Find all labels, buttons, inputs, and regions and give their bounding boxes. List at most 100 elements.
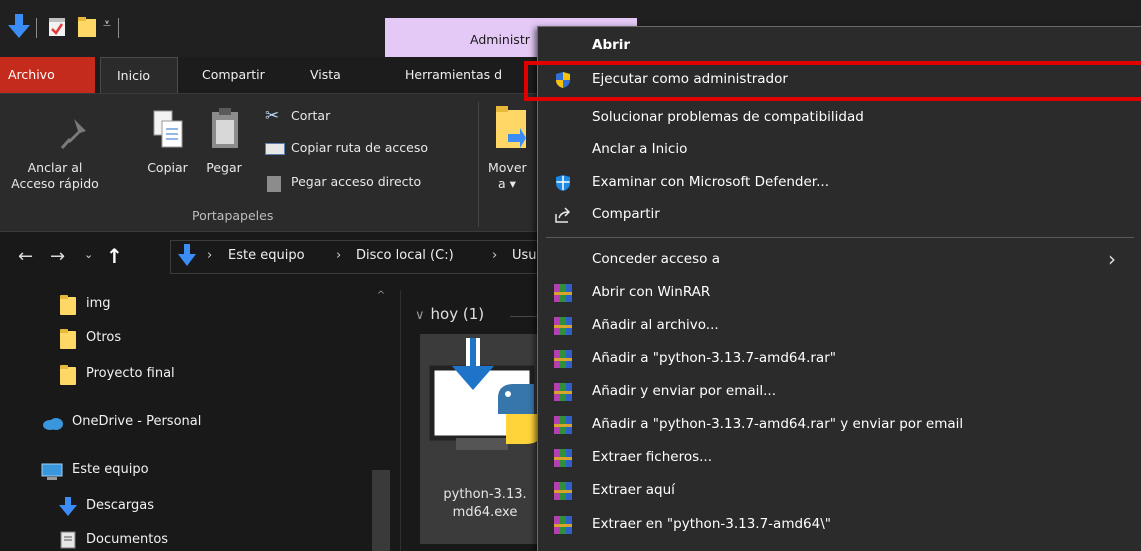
group-divider xyxy=(478,102,479,227)
documents-icon xyxy=(60,531,76,549)
menu-item-anadir-archivo[interactable]: Añadir al archivo... xyxy=(538,311,1141,341)
tab-inicio[interactable]: Inicio xyxy=(100,57,178,93)
winrar-icon xyxy=(554,284,572,302)
copy-icon xyxy=(153,110,183,148)
folder-icon xyxy=(60,365,76,385)
nav-item-label: OneDrive - Personal xyxy=(72,414,202,429)
winrar-icon xyxy=(554,317,572,335)
move-to-button[interactable]: Mover a ▾ xyxy=(482,104,537,204)
share-icon xyxy=(555,207,571,223)
nav-scrollbar-thumb[interactable] xyxy=(372,470,390,551)
menu-item-label: Conceder acceso a xyxy=(592,251,720,267)
tab-archivo[interactable]: Archivo xyxy=(0,57,95,93)
menu-item-conceder-acceso[interactable]: Conceder acceso a › xyxy=(538,245,1141,275)
winrar-icon xyxy=(554,482,572,500)
menu-item-abrir-winrar[interactable]: Abrir con WinRAR xyxy=(538,278,1141,308)
nav-item-label: Otros xyxy=(86,330,122,345)
cut-button[interactable]: ✂ Cortar xyxy=(263,106,463,128)
tab-compartir[interactable]: Compartir xyxy=(192,57,275,93)
move-label-line1: Mover xyxy=(488,160,527,175)
tab-label: Archivo xyxy=(8,67,55,82)
file-name-label: python-3.13. md64.exe xyxy=(430,486,540,522)
menu-item-anadir-rar[interactable]: Añadir a "python-3.13.7-amd64.rar" xyxy=(538,344,1141,374)
menu-item-label: Extraer ficheros... xyxy=(592,449,712,465)
onedrive-cloud-icon xyxy=(43,418,63,430)
menu-item-extraer-en[interactable]: Extraer en "python-3.13.7-amd64\" xyxy=(538,510,1141,540)
pin-label-line1: Anclar al xyxy=(27,160,83,175)
copy-label: Copiar xyxy=(147,160,188,175)
breadcrumb-este-equipo[interactable]: Este equipo xyxy=(228,248,305,263)
folder-icon xyxy=(60,329,76,349)
new-folder-icon[interactable] xyxy=(78,17,96,37)
menu-item-compartir[interactable]: Compartir xyxy=(538,200,1141,230)
back-arrow-icon[interactable]: ← xyxy=(18,246,33,267)
paste-icon xyxy=(212,108,238,148)
forward-arrow-icon[interactable]: → xyxy=(50,246,65,267)
chevron-right-icon: › xyxy=(1108,247,1116,271)
nav-item-documentos[interactable]: Documentos xyxy=(56,528,356,551)
paste-shortcut-icon xyxy=(267,176,281,192)
group-header-hoy[interactable]: ∨ hoy (1) xyxy=(415,305,484,323)
breadcrumb-usuarios[interactable]: Usu xyxy=(512,248,537,263)
breadcrumb-disco-local[interactable]: Disco local (C:) xyxy=(356,248,454,263)
pane-divider xyxy=(400,290,401,551)
winrar-icon xyxy=(554,449,572,467)
menu-item-extraer-aqui[interactable]: Extraer aquí xyxy=(538,476,1141,506)
paste-shortcut-button[interactable]: Pegar acceso directo xyxy=(263,172,473,194)
nav-item-label: Documentos xyxy=(86,532,169,547)
scroll-up-icon[interactable]: ^ xyxy=(372,290,390,306)
file-name-line2: md64.exe xyxy=(452,505,518,520)
properties-icon[interactable] xyxy=(48,17,66,37)
winrar-icon xyxy=(554,416,572,434)
recent-locations-icon[interactable]: ⌄ xyxy=(84,248,93,261)
move-folder-icon xyxy=(496,106,526,148)
nav-item-otros[interactable]: Otros xyxy=(56,326,356,352)
nav-item-este-equipo[interactable]: Este equipo xyxy=(38,458,358,484)
menu-item-anadir-rar-enviar-email[interactable]: Añadir a "python-3.13.7-amd64.rar" y env… xyxy=(538,410,1141,440)
menu-item-label: Añadir a "python-3.13.7-amd64.rar" xyxy=(592,350,836,366)
tab-label: Compartir xyxy=(202,67,265,82)
copy-button[interactable]: Copiar xyxy=(146,104,201,204)
tab-vista[interactable]: Vista xyxy=(300,57,351,93)
nav-item-label: Descargas xyxy=(86,498,155,513)
nav-item-img[interactable]: img xyxy=(56,292,356,318)
paste-label: Pegar xyxy=(206,160,242,175)
menu-item-label: Abrir con WinRAR xyxy=(592,284,711,300)
nav-item-label: Proyecto final xyxy=(86,366,175,381)
tab-label: Inicio xyxy=(117,68,151,83)
menu-item-anclar-inicio[interactable]: Anclar a Inicio xyxy=(538,135,1141,165)
downloads-icon xyxy=(59,497,77,516)
menu-item-label: Añadir a "python-3.13.7-amd64.rar" y env… xyxy=(592,416,964,432)
menu-item-label: Anclar a Inicio xyxy=(592,141,688,157)
nav-item-proyecto-final[interactable]: Proyecto final xyxy=(56,362,356,388)
tab-herramientas[interactable]: Herramientas d xyxy=(395,57,512,93)
group-header-label: hoy (1) xyxy=(430,305,485,323)
paste-button[interactable]: Pegar xyxy=(203,104,253,204)
nav-item-descargas[interactable]: Descargas xyxy=(56,494,356,520)
copy-path-button[interactable]: Copiar ruta de acceso xyxy=(263,138,473,160)
pin-icon xyxy=(60,119,86,149)
computer-icon xyxy=(41,463,63,480)
winrar-icon xyxy=(554,516,572,534)
contextual-tab-label: Administr xyxy=(470,32,530,47)
menu-item-examinar-defender[interactable]: Examinar con Microsoft Defender... xyxy=(538,168,1141,198)
cut-label: Cortar xyxy=(291,108,331,123)
qat-divider xyxy=(118,18,119,38)
pin-quick-access-button[interactable]: Anclar al Acceso rápido xyxy=(10,104,100,204)
group-header-line xyxy=(510,316,540,317)
group-label-portapapeles: Portapapeles xyxy=(192,208,274,223)
paste-shortcut-label: Pegar acceso directo xyxy=(291,174,422,189)
folder-icon xyxy=(60,295,76,315)
menu-item-solucionar-compatibilidad[interactable]: Solucionar problemas de compatibilidad xyxy=(538,103,1141,133)
menu-item-label: Solucionar problemas de compatibilidad xyxy=(592,109,864,125)
menu-separator xyxy=(546,237,1134,238)
menu-item-anadir-enviar-email[interactable]: Añadir y enviar por email... xyxy=(538,377,1141,407)
pin-label-line2: Acceso rápido xyxy=(11,176,99,191)
up-arrow-icon[interactable]: ↑ xyxy=(106,244,123,268)
menu-item-abrir[interactable]: Abrir xyxy=(538,31,1141,61)
nav-item-label: Este equipo xyxy=(72,462,149,477)
download-arrow-icon[interactable] xyxy=(8,14,30,40)
customize-qat-icon[interactable]: ⩡ xyxy=(103,16,111,32)
menu-item-extraer-ficheros[interactable]: Extraer ficheros... xyxy=(538,443,1141,473)
nav-item-onedrive[interactable]: OneDrive - Personal xyxy=(38,410,358,436)
